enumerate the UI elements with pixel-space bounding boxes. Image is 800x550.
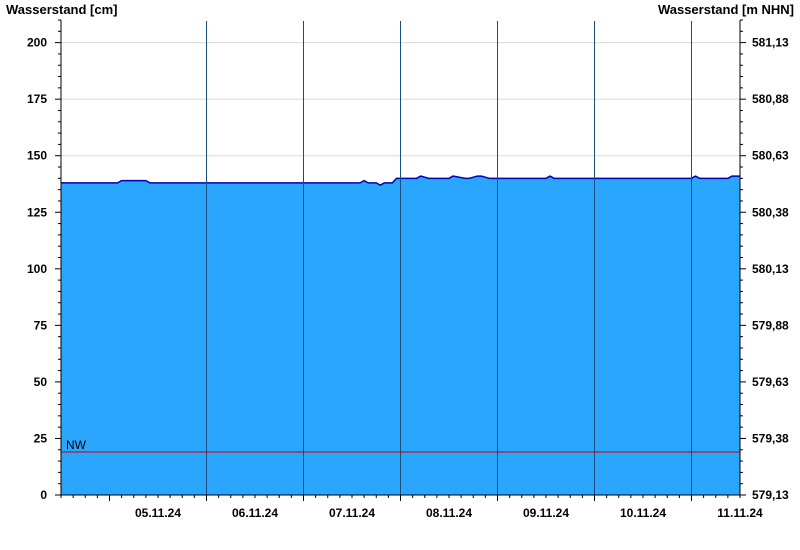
- right-y-tick-label: 580,63: [752, 149, 789, 163]
- x-tick-label: 05.11.24: [135, 506, 181, 520]
- left-y-tick-label: 200: [27, 36, 47, 50]
- left-y-tick-label: 50: [34, 375, 48, 389]
- x-tick-label: 06.11.24: [232, 506, 278, 520]
- x-tick-label: 09.11.24: [523, 506, 569, 520]
- water-level-chart: 05.11.24 06.11.24 07.11.24 08.11.24 09.11.24…: [27, 19, 789, 520]
- left-y-tick-label: 150: [27, 149, 47, 163]
- x-tick-label: 07.11.24: [329, 506, 375, 520]
- right-y-tick-label: 580,13: [752, 262, 789, 276]
- right-y-tick-label: 580,38: [752, 205, 789, 219]
- left-y-tick-label: 125: [27, 205, 47, 219]
- x-tick-label: 10.11.24: [620, 506, 666, 520]
- right-y-tick-label: 580,88: [752, 92, 789, 106]
- left-y-tick-label: 0: [40, 488, 47, 502]
- right-y-tick-label: 581,13: [752, 36, 789, 50]
- left-y-tick-label: 75: [34, 318, 48, 332]
- x-tick-label: 11.11.24: [717, 506, 763, 520]
- x-tick-label: 08.11.24: [426, 506, 472, 520]
- right-y-tick-label: 579,88: [752, 318, 789, 332]
- right-y-tick-label: 579,13: [752, 488, 789, 502]
- left-y-tick-label: 25: [34, 431, 48, 445]
- right-y-tick-label: 579,63: [752, 375, 789, 389]
- left-y-tick-label: 175: [27, 92, 47, 106]
- left-y-tick-label: 100: [27, 262, 47, 276]
- reference-line-label: NW: [66, 438, 87, 452]
- right-y-tick-label: 579,38: [752, 431, 789, 445]
